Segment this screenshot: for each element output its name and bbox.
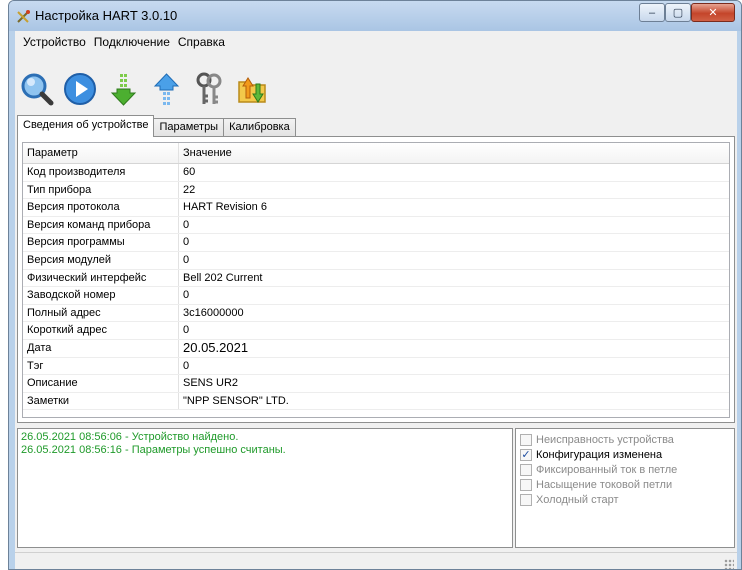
menu-bar: Устройство Подключение Справка — [15, 31, 737, 53]
upload-arrow-icon — [153, 73, 180, 105]
table-header: Параметр Значение — [23, 143, 729, 164]
table-row[interactable]: Тэг 0 — [23, 357, 729, 376]
param-value: 3c16000000 — [183, 306, 244, 319]
event-log[interactable]: 26.05.2021 08:56:06 - Устройство найдено… — [17, 428, 513, 548]
table-row[interactable]: Короткий адрес 0 — [23, 322, 729, 340]
app-icon — [17, 10, 30, 23]
window-title: Настройка HART 3.0.10 — [35, 8, 178, 23]
checkbox — [520, 493, 532, 506]
close-button[interactable]: ✕ — [691, 3, 735, 22]
param-value: 0 — [183, 236, 190, 249]
table-row[interactable]: Заводской номер 0 — [23, 287, 729, 305]
param-name: Заметки — [23, 392, 179, 410]
title-bar[interactable]: Настройка HART 3.0.10 – ▢ ✕ — [9, 1, 741, 31]
param-value: 60 — [183, 166, 196, 178]
flag-label: Насыщение токовой петли — [536, 478, 673, 491]
checkbox — [520, 433, 532, 446]
flag-device-malfunction: Неисправность устройства — [520, 432, 730, 447]
search-button[interactable] — [19, 71, 55, 107]
status-bar — [15, 552, 737, 569]
search-icon — [21, 73, 54, 106]
flag-label: Холодный старт — [536, 493, 619, 506]
param-value: 0 — [183, 289, 190, 302]
param-value: 0 — [183, 324, 190, 337]
table-row[interactable]: Описание SENS UR2 — [23, 375, 729, 393]
tab-parameters[interactable]: Параметры — [153, 118, 225, 137]
param-value: 22 — [183, 183, 196, 196]
table-row[interactable]: Дата 20.05.2021 — [23, 339, 729, 358]
keys-icon — [196, 72, 222, 104]
flag-label: Конфигурация изменена — [536, 448, 663, 461]
table-row[interactable]: Тип прибора 22 — [23, 181, 729, 200]
folder-sync-icon — [238, 77, 266, 103]
start-button[interactable] — [62, 71, 98, 107]
flag-loop-saturation: Насыщение токовой петли — [520, 477, 730, 492]
column-header-value[interactable]: Значение — [179, 143, 729, 163]
param-value: 20.05.2021 — [183, 339, 249, 355]
play-icon — [64, 73, 96, 105]
param-value: SENS UR2 — [183, 377, 239, 390]
menu-device[interactable]: Устройство — [19, 32, 90, 52]
client-area: Устройство Подключение Справка Сведения … — [15, 31, 737, 569]
param-value: 0 — [183, 218, 190, 231]
folder-sync-button[interactable] — [234, 71, 270, 107]
read-button[interactable] — [105, 71, 141, 107]
param-name: Дата — [23, 339, 179, 357]
param-name: Версия протокола — [23, 199, 179, 216]
write-button[interactable] — [148, 71, 184, 107]
table-row[interactable]: Версия программы 0 — [23, 234, 729, 252]
maximize-button[interactable]: ▢ — [665, 3, 691, 22]
table-row[interactable]: Полный адрес 3c16000000 — [23, 304, 729, 323]
param-value: 0 — [183, 253, 190, 266]
menu-connection[interactable]: Подключение — [90, 32, 174, 52]
param-name: Версия модулей — [23, 251, 179, 269]
param-name: Полный адрес — [23, 304, 179, 322]
param-name: Код производителя — [23, 164, 179, 181]
menu-help[interactable]: Справка — [174, 32, 229, 52]
flag-label: Фиксированный ток в петле — [536, 463, 678, 476]
table-row[interactable]: Код производителя 60 — [23, 164, 729, 182]
resize-grip-icon[interactable] — [724, 559, 734, 569]
toolbar — [15, 71, 277, 107]
flag-fixed-loop-current: Фиксированный ток в петле — [520, 462, 730, 477]
checkbox — [520, 478, 532, 491]
param-name: Физический интерфейс — [23, 269, 179, 287]
tab-calibration[interactable]: Калибровка — [223, 118, 296, 137]
param-name: Короткий адрес — [23, 322, 179, 339]
flag-config-changed: ✓ Конфигурация изменена — [520, 447, 730, 462]
keys-button[interactable] — [191, 71, 227, 107]
log-entry: 26.05.2021 08:56:16 - Параметры успешно … — [21, 444, 286, 456]
table-row[interactable]: Заметки "NPP SENSOR" LTD. — [23, 392, 729, 411]
window-controls: – ▢ ✕ — [639, 3, 735, 23]
status-flags-panel: Неисправность устройства ✓ Конфигурация … — [515, 428, 735, 548]
tab-device-info[interactable]: Сведения об устройстве — [17, 115, 155, 137]
param-name: Заводской номер — [23, 287, 179, 304]
minimize-button[interactable]: – — [639, 3, 665, 22]
tab-strip: Сведения об устройстве Параметры Калибро… — [17, 114, 296, 137]
device-info-table[interactable]: Параметр Значение Код производителя 60 Ти… — [22, 142, 730, 418]
table-row[interactable]: Версия протокола HART Revision 6 — [23, 199, 729, 217]
flag-cold-start: Холодный старт — [520, 492, 730, 507]
table-row[interactable]: Версия команд прибора 0 — [23, 216, 729, 235]
table-row[interactable]: Версия модулей 0 — [23, 251, 729, 270]
param-value: 0 — [183, 359, 190, 372]
column-header-parameter[interactable]: Параметр — [23, 143, 179, 163]
table-body: Код производителя 60 Тип прибора 22 Версия… — [23, 164, 729, 411]
param-value: "NPP SENSOR" LTD. — [183, 394, 289, 407]
log-entry: 26.05.2021 08:56:06 - Устройство найдено… — [21, 431, 239, 443]
tab-panel: Параметр Значение Код производителя 60 Ти… — [17, 136, 735, 423]
param-name: Тэг — [23, 357, 179, 375]
param-value: HART Revision 6 — [183, 201, 267, 214]
param-value: Bell 202 Current — [183, 271, 263, 284]
table-row[interactable]: Физический интерфейс Bell 202 Current — [23, 269, 729, 288]
checkbox — [520, 463, 532, 476]
param-name: Версия программы — [23, 234, 179, 251]
param-name: Версия команд прибора — [23, 216, 179, 234]
param-name: Тип прибора — [23, 181, 179, 199]
download-arrow-icon — [110, 74, 137, 106]
app-window: Настройка HART 3.0.10 – ▢ ✕ Устройство П… — [8, 0, 742, 570]
param-name: Описание — [23, 375, 179, 392]
flag-label: Неисправность устройства — [536, 433, 674, 446]
checkbox-checked: ✓ — [520, 448, 532, 461]
